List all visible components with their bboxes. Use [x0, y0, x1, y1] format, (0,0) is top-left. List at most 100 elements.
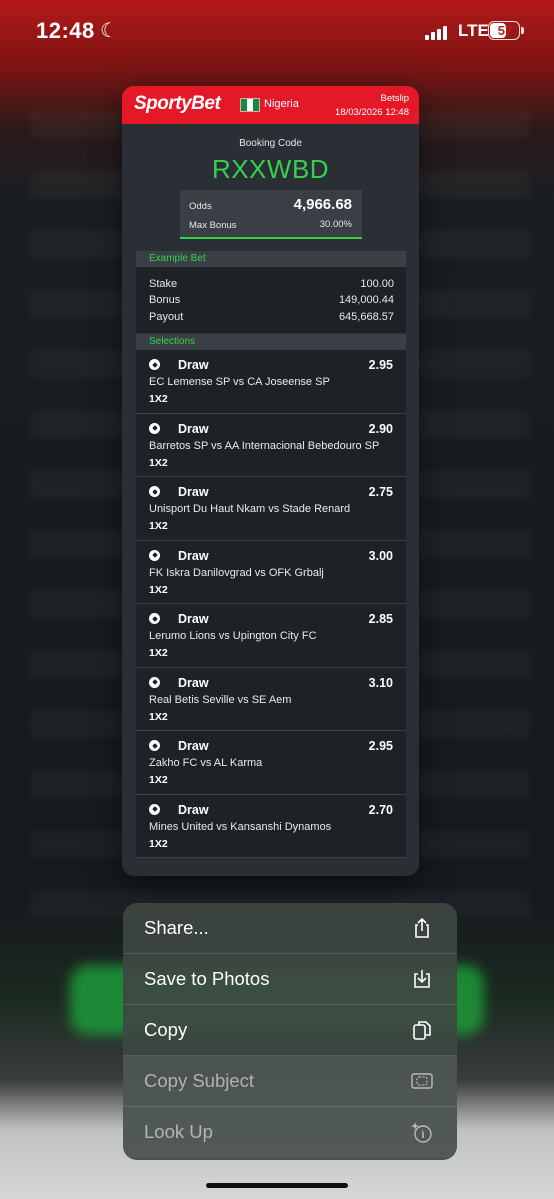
- selection-odds: 2.75: [368, 485, 393, 499]
- selection-odds: 2.85: [368, 612, 393, 626]
- betslip-title: Betslip: [380, 93, 409, 104]
- menu-item-save-to-photos[interactable]: Save to Photos: [123, 954, 457, 1005]
- payout-value: 645,668.57: [338, 311, 394, 323]
- menu-item-share[interactable]: Share...: [123, 903, 457, 954]
- signal-icon: [425, 24, 451, 40]
- menu-item-label: Copy: [144, 1019, 188, 1040]
- example-bet-header: Example Bet: [136, 251, 406, 267]
- soccer-ball-icon: [149, 486, 160, 497]
- selection-odds: 2.90: [368, 421, 393, 436]
- selection-pick: Draw: [178, 612, 209, 626]
- status-time: 12:48: [36, 18, 95, 43]
- home-indicator[interactable]: [206, 1183, 348, 1188]
- share-icon: [415, 917, 429, 938]
- bonus-value: 149,000.44: [338, 294, 394, 306]
- selection-market: 1X2: [149, 710, 168, 723]
- max-bonus-value: 30.00%: [319, 219, 352, 230]
- menu-item-label: Share...: [144, 917, 209, 938]
- brand-logo: SportyBet: [134, 93, 221, 114]
- soccer-ball-icon: [149, 803, 160, 815]
- selection-pick: Draw: [178, 739, 209, 753]
- menu-item-label: Look Up: [144, 1121, 213, 1142]
- status-bar: 12:48 ☾ LTE 57: [0, 0, 554, 62]
- betslip-preview[interactable]: SportyBet Nigeria Betslip 18/03/2026 12:…: [122, 86, 419, 876]
- selection-odds: 2.70: [368, 802, 393, 817]
- network-type: LTE: [458, 21, 489, 40]
- copy-subject-icon: [411, 1073, 433, 1089]
- soccer-ball-icon: [149, 613, 160, 624]
- selection-row: Draw 2.90 Barretos SP vs AA Internaciona…: [136, 413, 406, 477]
- selection-match: Lerumo Lions vs Upington City FC: [149, 630, 317, 642]
- soccer-ball-icon: [149, 422, 160, 434]
- moon-icon: ☾: [100, 20, 118, 42]
- selections-list: Draw 2.95 EC Lemense SP vs CA Joseense S…: [136, 350, 406, 858]
- selection-pick: Draw: [178, 421, 209, 436]
- selection-market: 1X2: [149, 774, 168, 786]
- soccer-ball-icon: [149, 549, 160, 561]
- menu-item-copy[interactable]: Copy: [123, 1005, 457, 1056]
- selection-odds: 3.10: [368, 675, 393, 690]
- selection-row: Draw 3.10 Real Betis Seville vs SE Aem 1…: [136, 667, 406, 731]
- soccer-ball-icon: [149, 740, 160, 751]
- example-bet-label: Example Bet: [149, 253, 206, 264]
- selections-header: Selections: [136, 334, 406, 350]
- selection-match: Real Betis Seville vs SE Aem: [149, 693, 292, 706]
- look-up-icon: [411, 1122, 432, 1143]
- bonus-label: Bonus: [149, 294, 181, 306]
- payout-label: Payout: [149, 311, 184, 323]
- selections-label: Selections: [149, 336, 196, 347]
- selection-market: 1X2: [149, 583, 168, 596]
- selection-match: Mines United vs Kansanshi Dynamos: [149, 820, 332, 833]
- selection-match: EC Lemense SP vs CA Joseense SP: [149, 376, 330, 388]
- odds-label: Odds: [189, 201, 212, 212]
- battery-icon: 57: [488, 21, 520, 40]
- selection-pick: Draw: [178, 548, 209, 563]
- country-label: Nigeria: [264, 98, 299, 110]
- booking-code-label: Booking Code: [239, 138, 302, 149]
- selection-match: Unisport Du Haut Nkam vs Stade Renard: [149, 503, 351, 515]
- selection-odds: 3.00: [368, 548, 393, 563]
- selection-pick: Draw: [178, 675, 209, 690]
- stake-row: Stake 100.00: [149, 278, 394, 290]
- selection-match: Barretos SP vs AA Internacional Bebedour…: [149, 439, 380, 452]
- selection-row: Draw 2.75 Unisport Du Haut Nkam vs Stade…: [136, 477, 406, 541]
- menu-item-label: Copy Subject: [144, 1070, 255, 1091]
- example-bet: Stake 100.00 Bonus 149,000.44 Payout 645…: [136, 267, 406, 333]
- selection-pick: Draw: [178, 802, 209, 817]
- selection-odds: 2.95: [368, 358, 393, 372]
- menu-item-look-up[interactable]: Look Up: [123, 1107, 457, 1158]
- save-download-icon: [414, 970, 430, 988]
- selection-match: Zakho FC vs AL Karma: [149, 757, 263, 769]
- selection-row: Draw 3.00 FK Iskra Danilovgrad vs OFK Gr…: [136, 540, 406, 604]
- selection-row: Draw 2.85 Lerumo Lions vs Upington City …: [136, 604, 406, 668]
- selection-row: Draw 2.70 Mines United vs Kansanshi Dyna…: [136, 794, 406, 858]
- soccer-ball-icon: [149, 676, 160, 688]
- selection-market: 1X2: [149, 647, 168, 659]
- selection-market: 1X2: [149, 520, 168, 532]
- menu-item-label: Save to Photos: [144, 968, 270, 989]
- bonus-row: Bonus 149,000.44: [149, 294, 394, 306]
- selection-row: Draw 2.95 EC Lemense SP vs CA Joseense S…: [136, 350, 406, 414]
- nigeria-flag-icon: [240, 98, 260, 112]
- soccer-ball-icon: [149, 359, 160, 370]
- copy-icon: [413, 1021, 431, 1040]
- selection-match: FK Iskra Danilovgrad vs OFK Grbalj: [149, 566, 324, 579]
- odds-summary: Odds 4,966.68 Max Bonus 30.00%: [180, 190, 362, 239]
- selection-row: Draw 2.95 Zakho FC vs AL Karma 1X2: [136, 731, 406, 795]
- booking-code: RXXWBD: [211, 154, 330, 184]
- context-menu: Share... Save to Photos Copy Copy Subjec…: [123, 903, 457, 1160]
- stake-value: 100.00: [360, 278, 394, 290]
- payout-row: Payout 645,668.57: [149, 311, 394, 323]
- selection-market: 1X2: [149, 837, 168, 850]
- stake-label: Stake: [149, 278, 178, 290]
- betslip-header: SportyBet Nigeria Betslip 18/03/2026 12:…: [122, 86, 419, 124]
- selection-market: 1X2: [149, 456, 168, 469]
- menu-item-copy-subject[interactable]: Copy Subject: [123, 1056, 457, 1107]
- betslip-date: 18/03/2026 12:48: [335, 107, 409, 118]
- selection-pick: Draw: [178, 358, 209, 372]
- selection-pick: Draw: [178, 485, 209, 499]
- selection-odds: 2.95: [368, 739, 393, 753]
- odds-value: 4,966.68: [293, 196, 352, 213]
- max-bonus-label: Max Bonus: [189, 220, 237, 231]
- selection-market: 1X2: [149, 393, 168, 405]
